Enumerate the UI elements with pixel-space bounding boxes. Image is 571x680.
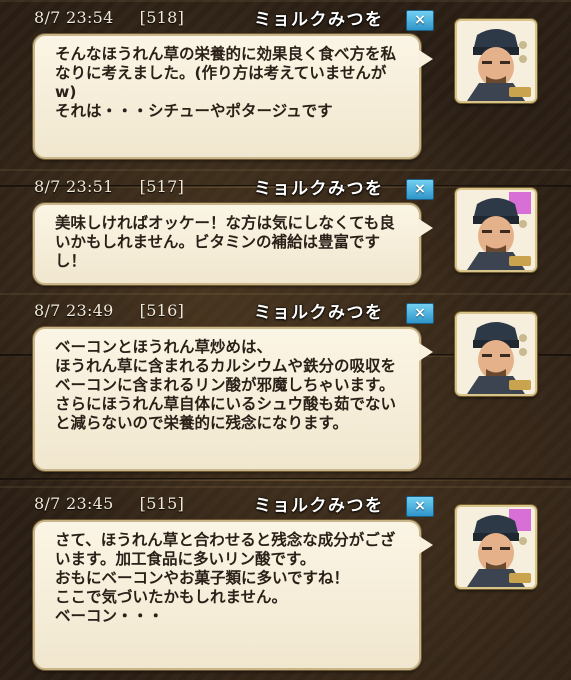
message-number: [516] xyxy=(139,301,185,320)
avatar[interactable] xyxy=(455,188,537,272)
message-datetime: 8/7 23:45 xyxy=(34,494,114,513)
close-icon[interactable]: × xyxy=(406,496,434,517)
message-number: [517] xyxy=(139,177,185,196)
message-bubble: さて、ほうれん草と合わせると残念な成分がございます。加工食品に多いリン酸です。 … xyxy=(33,520,433,670)
divider xyxy=(0,479,571,481)
author-name[interactable]: ミョルクみつを xyxy=(254,298,384,323)
message-text: さて、ほうれん草と合わせると残念な成分がございます。加工食品に多いリン酸です。 … xyxy=(55,531,396,625)
close-icon[interactable]: × xyxy=(406,179,434,200)
message-item: 8/7 23:45 [515] ミョルクみつを × さて、ほうれん草と合わせると残… xyxy=(0,486,571,671)
author-name[interactable]: ミョルクみつを xyxy=(254,491,384,516)
message-bubble: ベーコンとほうれん草炒めは、 ほうれん草に含まれるカルシウムや鉄分の吸収をベーコ… xyxy=(33,327,433,471)
message-meta: 8/7 23:54 [518] xyxy=(34,8,184,27)
message-text: そんなほうれん草の栄養的に効果良く食べ方を私なりに考えました。(作り方は考えてい… xyxy=(55,45,397,120)
message-bubble: そんなほうれん草の栄養的に効果良く食べ方を私なりに考えました。(作り方は考えてい… xyxy=(33,34,433,159)
message-text: 美味しければオッケー！な方は気にしなくても良いかもしれません。ビタミンの補給は豊… xyxy=(55,214,395,270)
message-text: ベーコンとほうれん草炒めは、 ほうれん草に含まれるカルシウムや鉄分の吸収をベーコ… xyxy=(55,338,397,432)
author-name[interactable]: ミョルクみつを xyxy=(254,174,384,199)
message-meta: 8/7 23:49 [516] xyxy=(34,301,184,320)
message-number: [518] xyxy=(139,8,185,27)
close-icon[interactable]: × xyxy=(406,303,434,324)
message-number: [515] xyxy=(139,494,185,513)
message-bubble: 美味しければオッケー！な方は気にしなくても良いかもしれません。ビタミンの補給は豊… xyxy=(33,203,433,285)
message-item: 8/7 23:49 [516] ミョルクみつを × ベーコンとほうれん草炒めは、 … xyxy=(0,293,571,481)
avatar[interactable] xyxy=(455,505,537,589)
message-item: 8/7 23:54 [518] ミョルクみつを × そんなほうれん草の栄養的に効果… xyxy=(0,0,571,188)
avatar[interactable] xyxy=(455,312,537,396)
message-datetime: 8/7 23:54 xyxy=(34,8,114,27)
message-datetime: 8/7 23:51 xyxy=(34,177,114,196)
message-meta: 8/7 23:45 [515] xyxy=(34,494,184,513)
avatar[interactable] xyxy=(455,19,537,103)
close-icon[interactable]: × xyxy=(406,10,434,31)
message-meta: 8/7 23:51 [517] xyxy=(34,177,184,196)
author-name[interactable]: ミョルクみつを xyxy=(254,5,384,30)
message-datetime: 8/7 23:49 xyxy=(34,301,114,320)
